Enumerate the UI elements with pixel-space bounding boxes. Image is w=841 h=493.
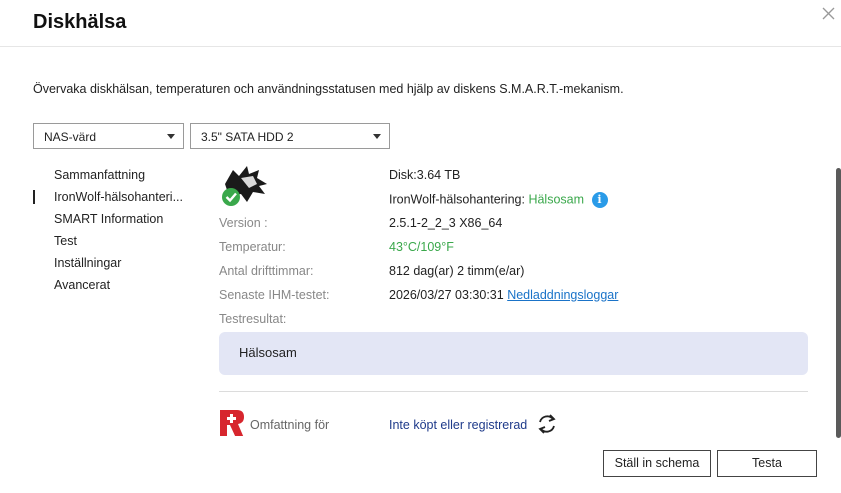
nav-item-settings[interactable]: Inställningar <box>54 256 183 278</box>
result-box: Hälsosam <box>219 332 808 375</box>
nav-item-advanced[interactable]: Avancerat <box>54 278 183 300</box>
nav-item-summary[interactable]: Sammanfattning <box>54 168 183 190</box>
schedule-button[interactable]: Ställ in schema <box>603 450 711 477</box>
ihm-label: IronWolf-hälsohantering: <box>389 192 525 207</box>
refresh-icon[interactable] <box>536 412 558 436</box>
temperature-value: 43°C/109°F <box>389 240 454 254</box>
nav-item-ironwolf[interactable]: IronWolf-hälsohanteri... <box>54 190 183 212</box>
disk-select-value: 3.5" SATA HDD 2 <box>201 130 294 144</box>
test-button[interactable]: Testa <box>717 450 817 477</box>
nav-item-test[interactable]: Test <box>54 234 183 256</box>
hours-value: 812 dag(ar) 2 timm(e/ar) <box>389 264 525 278</box>
close-icon[interactable] <box>817 2 839 24</box>
download-logs-link[interactable]: Nedladdningsloggar <box>507 288 618 302</box>
check-icon <box>222 188 240 206</box>
chevron-down-icon <box>167 134 175 139</box>
coverage-label: Omfattning för <box>250 418 330 432</box>
title-bar: Diskhälsa <box>0 0 841 47</box>
ihm-status: Hälsosam <box>528 192 585 207</box>
hours-label: Antal drifttimmar: <box>219 264 314 278</box>
result-label: Testresultat: <box>219 312 287 326</box>
nav-item-smart-information[interactable]: SMART Information <box>54 212 183 234</box>
chevron-down-icon <box>373 134 381 139</box>
scroll-fade <box>200 436 620 448</box>
ihm-row: IronWolf-hälsohantering: Hälsosam i <box>389 192 608 208</box>
ironwolf-disk-icon <box>222 166 267 206</box>
scrollbar[interactable] <box>836 168 841 438</box>
nas-select[interactable]: NAS-värd <box>33 123 184 149</box>
side-nav: Sammanfattning IronWolf-hälsohanteri... … <box>54 168 183 300</box>
divider <box>219 391 808 392</box>
last-test-row: 2026/03/27 03:30:31 Nedladdningsloggar <box>389 288 618 302</box>
temperature-label: Temperatur: <box>219 240 286 254</box>
version-label: Version : <box>219 216 268 230</box>
coverage-value[interactable]: Inte köpt eller registrerad <box>389 418 527 432</box>
description: Övervaka diskhälsan, temperaturen och an… <box>33 82 624 96</box>
disk-select[interactable]: 3.5" SATA HDD 2 <box>190 123 390 149</box>
version-value: 2.5.1-2_2_3 X86_64 <box>389 216 503 230</box>
rescue-icon <box>220 410 244 438</box>
last-test-label: Senaste IHM-testet: <box>219 288 330 302</box>
result-value: Hälsosam <box>239 345 297 360</box>
nav-active-indicator <box>33 190 35 204</box>
window-title: Diskhälsa <box>33 11 127 33</box>
nas-select-value: NAS-värd <box>44 130 97 144</box>
last-test-value: 2026/03/27 03:30:31 <box>389 288 504 302</box>
disk-capacity: Disk:3.64 TB <box>389 168 461 182</box>
info-icon[interactable]: i <box>591 192 608 208</box>
